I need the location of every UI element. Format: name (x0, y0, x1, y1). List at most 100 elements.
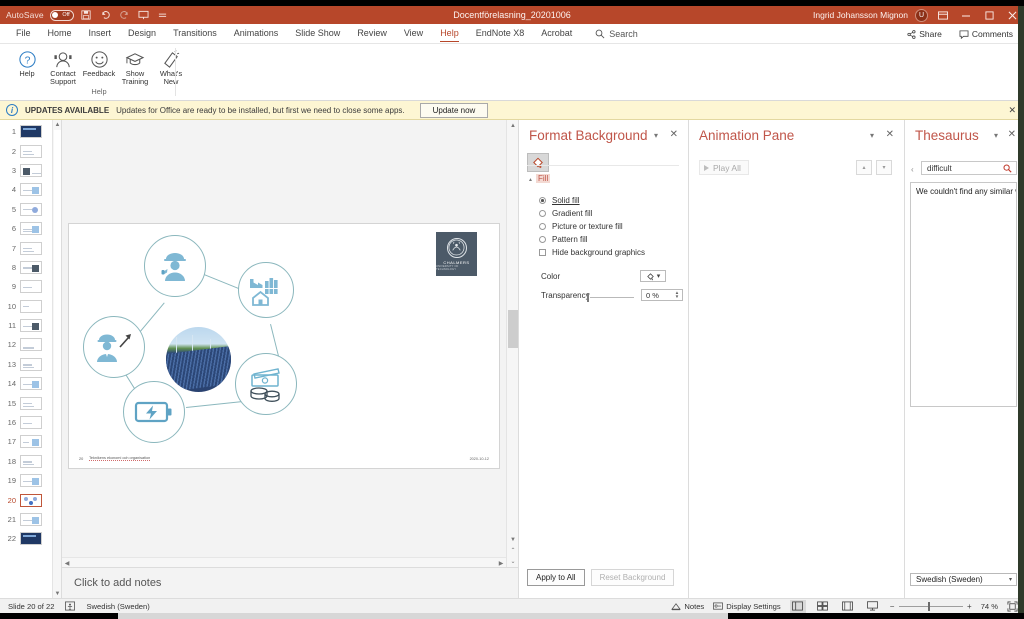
tab-design[interactable]: Design (120, 25, 164, 42)
radio-picture-fill[interactable] (539, 223, 546, 230)
comments-button[interactable]: Comments (954, 26, 1018, 42)
thesaurus-language-select[interactable]: Swedish (Sweden) ▾ (910, 573, 1017, 586)
solar-panel-photo[interactable] (166, 327, 231, 392)
slider-handle[interactable] (587, 293, 589, 302)
redo-icon[interactable] (118, 9, 131, 22)
close-icon[interactable]: ✕ (886, 129, 894, 140)
autosave-toggle[interactable]: Off (49, 9, 74, 21)
close-icon[interactable]: ✕ (670, 129, 678, 140)
status-language[interactable]: Swedish (Sweden) (86, 602, 149, 611)
checkbox-hide-background-graphics[interactable] (539, 249, 546, 256)
spinner-arrows[interactable]: ▲ ▼ (673, 290, 681, 300)
tab-endnote[interactable]: EndNote X8 (468, 25, 533, 42)
tab-slide-show[interactable]: Slide Show (287, 25, 348, 42)
account-name[interactable]: Ingrid Johansson Mignon (813, 10, 908, 20)
normal-view-button[interactable] (789, 599, 806, 613)
node-worker-tools[interactable] (83, 316, 145, 378)
start-presentation-icon[interactable] (137, 9, 150, 22)
show-training-button[interactable]: Show Training (118, 46, 152, 87)
feedback-button[interactable]: Feedback (82, 46, 116, 78)
tab-file[interactable]: File (8, 25, 39, 42)
solid-fill-option[interactable]: Solid fill (539, 196, 580, 205)
radio-gradient-fill[interactable] (539, 210, 546, 217)
move-later-button[interactable]: ▾ (876, 160, 892, 175)
notes-pane[interactable]: Click to add notes (62, 567, 518, 598)
save-icon[interactable] (80, 9, 93, 22)
title-bar-right: Ingrid Johansson Mignon U (813, 6, 1020, 24)
tab-home[interactable]: Home (40, 25, 80, 42)
tab-animations[interactable]: Animations (226, 25, 287, 42)
tab-transitions[interactable]: Transitions (165, 25, 225, 42)
chevron-down-icon[interactable]: ▾ (1009, 576, 1012, 583)
minimize-button[interactable] (958, 7, 974, 23)
fit-to-window-icon[interactable] (1007, 601, 1018, 612)
accessibility-checker-icon[interactable] (65, 601, 76, 611)
close-icon[interactable]: ✕ (1008, 129, 1016, 140)
zoom-level[interactable]: 74 % (981, 602, 998, 611)
slide-editing-area: CHALMERS UNIVERSITY OF TECHNOLOGY 20 Tek… (62, 120, 518, 598)
thumbnail-scrollbar[interactable]: ▲ ▼ (52, 120, 61, 598)
qat-more-icon[interactable] (156, 9, 169, 22)
transparency-slider[interactable] (587, 293, 635, 302)
notes-button[interactable]: Notes (671, 602, 704, 611)
help-button[interactable]: ? Help (10, 46, 44, 78)
color-picker-button[interactable]: ▾ (640, 270, 666, 282)
tab-insert[interactable]: Insert (81, 25, 120, 42)
slide-thumbnail-pane[interactable]: 1 2 3 4 5 6 7 8 9 10 11 12 13 14 15 16 1… (0, 120, 62, 598)
close-icon[interactable]: ✕ (1008, 105, 1016, 116)
slide-sorter-button[interactable] (815, 600, 831, 613)
node-factory[interactable] (238, 262, 294, 318)
gradient-fill-option[interactable]: Gradient fill (539, 209, 592, 218)
whats-new-button[interactable]: What's New (154, 46, 188, 87)
play-all-button[interactable]: Play All (699, 160, 749, 175)
node-engineer[interactable] (144, 235, 206, 297)
scrollbar-thumb[interactable] (54, 130, 61, 530)
zoom-handle[interactable] (927, 602, 931, 611)
scroll-down-icon[interactable]: ▼ (53, 589, 61, 598)
restore-button[interactable] (981, 7, 997, 23)
share-button[interactable]: Share (901, 26, 948, 42)
reset-background-button[interactable]: Reset Background (590, 569, 675, 586)
transparency-value-field[interactable]: 0 % ▲ ▼ (641, 289, 683, 301)
collapse-triangle-icon[interactable]: ▲ (528, 177, 533, 183)
ribbon-display-options-button[interactable] (935, 7, 951, 23)
magnifier-icon[interactable] (1003, 164, 1012, 173)
display-settings-button[interactable]: Display Settings (713, 602, 781, 611)
zoom-in-button[interactable]: + (967, 602, 972, 611)
node-money[interactable] (235, 353, 297, 415)
search-box[interactable]: Search (595, 29, 638, 39)
scroll-up-icon[interactable]: ▲ (53, 120, 61, 129)
zoom-slider[interactable]: − + (890, 600, 972, 612)
scrollbar-thumb[interactable] (508, 310, 518, 348)
hide-background-graphics-option[interactable]: Hide background graphics (539, 248, 645, 257)
thesaurus-search-input[interactable]: difficult (921, 161, 1017, 175)
contact-support-button[interactable]: Contact Support (46, 46, 80, 87)
chevron-down-icon[interactable]: ▾ (654, 131, 658, 140)
slide-horizontal-scrollbar[interactable]: ◀ ▶ (62, 557, 506, 567)
chevron-down-icon[interactable]: ▾ (994, 131, 998, 140)
slide-canvas[interactable]: CHALMERS UNIVERSITY OF TECHNOLOGY 20 Tek… (69, 224, 499, 468)
radio-solid-fill[interactable] (539, 197, 546, 204)
undo-icon[interactable] (99, 9, 112, 22)
tab-review[interactable]: Review (349, 25, 395, 42)
picture-fill-option[interactable]: Picture or texture fill (539, 222, 623, 231)
tab-help[interactable]: Help (432, 25, 467, 42)
tab-view[interactable]: View (396, 25, 431, 42)
apply-to-all-button[interactable]: Apply to All (527, 569, 585, 586)
radio-pattern-fill[interactable] (539, 236, 546, 243)
slide-vertical-scrollbar[interactable]: ▲ ▼ ⌃ ⌄ (506, 120, 518, 567)
avatar[interactable]: U (915, 8, 928, 22)
slide-show-button[interactable] (865, 600, 881, 613)
fill-options-button[interactable] (527, 153, 549, 172)
slide-counter[interactable]: Slide 20 of 22 (8, 602, 54, 611)
chevron-down-icon[interactable]: ▾ (870, 131, 874, 140)
back-button[interactable]: ‹ (911, 165, 914, 174)
thumbnail-number: 20 (7, 495, 16, 505)
move-earlier-button[interactable]: ▴ (856, 160, 872, 175)
chevron-down-icon[interactable]: ▾ (657, 272, 661, 280)
tab-acrobat[interactable]: Acrobat (533, 25, 580, 42)
update-now-button[interactable]: Update now (419, 102, 489, 118)
zoom-out-button[interactable]: − (890, 602, 895, 611)
pattern-fill-option[interactable]: Pattern fill (539, 235, 588, 244)
reading-view-button[interactable] (840, 600, 856, 613)
